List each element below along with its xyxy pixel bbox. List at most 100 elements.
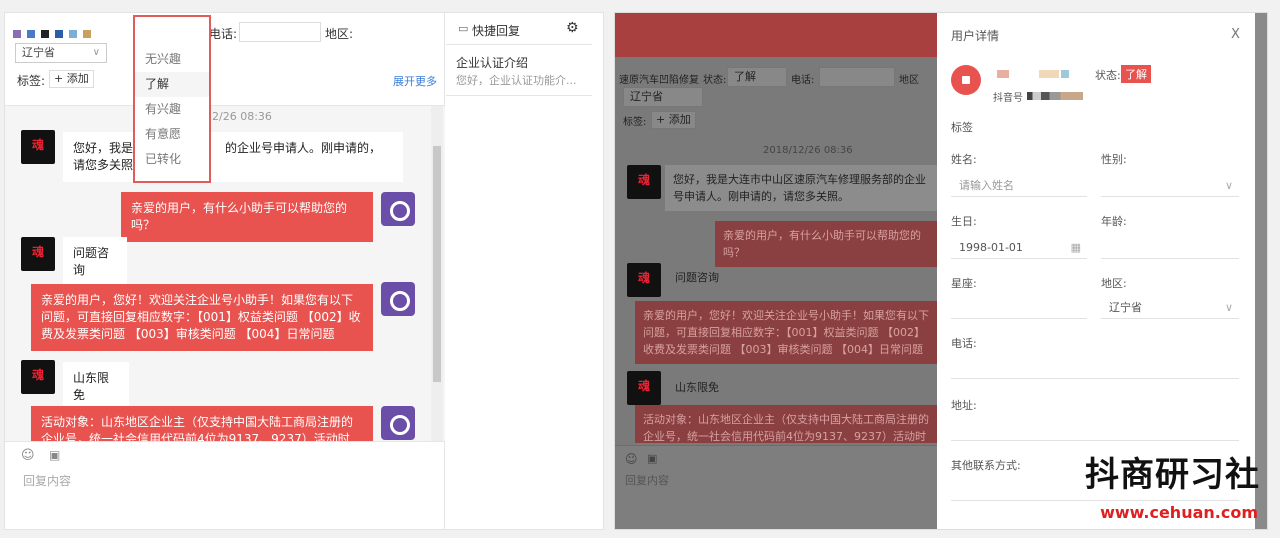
message-list: 12/26 08:36 魂 您好，我是大 的企业号申请人。刚申请的，请您多关照。 … bbox=[5, 105, 445, 442]
status-select[interactable]: 了解 bbox=[727, 67, 787, 87]
region-select-value: 辽宁省 bbox=[630, 90, 663, 103]
phone-label: 电话: bbox=[209, 27, 238, 41]
age-input[interactable] bbox=[1101, 237, 1239, 259]
status-option[interactable]: 已转化 bbox=[135, 147, 209, 172]
gender-select[interactable]: ∨ bbox=[1101, 175, 1239, 197]
chevron-down-icon: ∨ bbox=[1224, 179, 1233, 192]
name-label: 姓名: bbox=[951, 153, 977, 166]
user-avatar: 魂 bbox=[627, 263, 661, 297]
status-option[interactable]: 无兴趣 bbox=[135, 47, 209, 72]
chat-column: 了解 ∧ 电话: 地区: 辽宁省 ∨ 标签: + 添加 展开更多 12/26 0… bbox=[5, 13, 445, 529]
message-2: 亲爱的用户，有什么小助手可以帮助您的吗？ bbox=[715, 221, 937, 267]
tags-label: 标签 bbox=[951, 121, 973, 134]
user-avatar: 魂 bbox=[21, 360, 55, 394]
watermark-brand: 抖商研习社 bbox=[1085, 455, 1260, 495]
scrollbar-thumb[interactable] bbox=[433, 146, 441, 382]
reply-input[interactable]: 回复内容 bbox=[625, 472, 669, 488]
bot-avatar bbox=[381, 192, 415, 226]
region-select-value: 辽宁省 bbox=[22, 46, 55, 59]
status-option[interactable]: 有兴趣 bbox=[135, 97, 209, 122]
birthday-input[interactable]: 1998-01-01 ▦ bbox=[951, 237, 1087, 259]
user-avatar: 魂 bbox=[627, 371, 661, 405]
user-avatar: 魂 bbox=[627, 165, 661, 199]
phone-label: 电话: bbox=[951, 337, 977, 350]
blurred-douyin-id bbox=[1027, 92, 1083, 100]
address-label: 地址: bbox=[951, 399, 977, 412]
region-label: 地区: bbox=[325, 27, 354, 41]
reply-input[interactable]: 回复内容 bbox=[23, 472, 71, 489]
name-input[interactable]: 请输入姓名 bbox=[951, 175, 1087, 197]
birthday-label: 生日: bbox=[951, 215, 977, 228]
phone-input[interactable] bbox=[239, 22, 321, 42]
message-3: 问题咨询 bbox=[675, 271, 719, 284]
message-6-clip: 活动对象：山东地区企业主（仅支持中国大陆工商局注册的企业号，统一社会信用代码前4… bbox=[635, 405, 937, 443]
other-contact-label: 其他联系方式: bbox=[951, 459, 1021, 472]
message-4: 亲爱的用户，您好！欢迎关注企业号小助手！如果您有以下问题，可直接回复相应数字：【… bbox=[635, 301, 937, 364]
message-2: 亲爱的用户，有什么小助手可以帮助您的吗？ bbox=[121, 192, 373, 242]
top-banner bbox=[615, 13, 937, 57]
region-select[interactable]: 辽宁省 ∨ bbox=[15, 43, 107, 63]
close-icon[interactable]: X bbox=[1231, 27, 1240, 42]
user-avatar: 魂 bbox=[21, 237, 55, 271]
zodiac-input[interactable] bbox=[951, 297, 1087, 319]
age-label: 年龄: bbox=[1101, 215, 1127, 228]
douyin-label: 抖音号 bbox=[993, 93, 1023, 104]
birthday-value: 1998-01-01 bbox=[959, 241, 1023, 254]
phone-input[interactable] bbox=[951, 357, 1239, 379]
chat-scrollbar[interactable] bbox=[431, 106, 443, 442]
add-tag-button[interactable]: + 添加 bbox=[49, 70, 94, 88]
add-tag-button[interactable]: + 添加 bbox=[651, 111, 696, 129]
blurred-nickname bbox=[997, 67, 1087, 78]
composer: ☺ ▣ 回复内容 bbox=[5, 441, 445, 529]
user-avatar: 魂 bbox=[21, 130, 55, 164]
region-select[interactable]: 辽宁省 ∨ bbox=[1101, 297, 1239, 319]
dimmed-chat: 速原汽车凹陷修复 状态: 了解 电话: 地区 辽宁省 标签: + 添加 2018… bbox=[615, 13, 937, 529]
expand-more-link[interactable]: 展开更多 bbox=[393, 73, 437, 89]
gender-label: 性别: bbox=[1101, 153, 1127, 166]
tags-label: 标签: bbox=[623, 117, 647, 128]
address-input[interactable] bbox=[951, 419, 1239, 441]
quick-reply-title: 快捷回复 bbox=[472, 24, 521, 38]
chevron-down-icon: ∨ bbox=[1224, 301, 1233, 314]
message-5: 山东限免 bbox=[63, 362, 129, 412]
message-6: 活动对象：山东地区企业主（仅支持中国大陆工商局注册的企业号，统一社会信用代码前4… bbox=[31, 406, 373, 442]
image-icon[interactable]: ▣ bbox=[647, 452, 657, 465]
composer: ☺ ▣ 回复内容 bbox=[615, 445, 937, 529]
avatar bbox=[951, 65, 981, 95]
status-dropdown: 无兴趣 了解 有兴趣 有意愿 已转化 bbox=[133, 15, 211, 183]
region-select[interactable]: 辽宁省 bbox=[623, 87, 703, 107]
message-4: 亲爱的用户，您好！欢迎关注企业号小助手！如果您有以下问题，可直接回复相应数字：【… bbox=[31, 284, 373, 351]
status-option-selected[interactable]: 了解 bbox=[135, 72, 209, 97]
message-6-clip: 活动对象：山东地区企业主（仅支持中国大陆工商局注册的企业号，统一社会信用代码前4… bbox=[31, 406, 373, 442]
quick-reply-item[interactable]: 企业认证介绍 您好，企业认证功能介... bbox=[446, 46, 592, 96]
quick-reply-header: ▭ 快捷回复 ⚙ bbox=[446, 13, 592, 45]
status-badge: 了解 bbox=[1121, 65, 1151, 83]
gear-icon[interactable]: ⚙ bbox=[566, 20, 579, 36]
image-icon[interactable]: ▣ bbox=[49, 448, 60, 462]
message-6: 活动对象：山东地区企业主（仅支持中国大陆工商局注册的企业号，统一社会信用代码前4… bbox=[635, 405, 937, 443]
emoji-icon[interactable]: ☺ bbox=[21, 448, 35, 463]
phone-input[interactable] bbox=[819, 67, 895, 87]
calendar-icon: ▦ bbox=[1070, 241, 1081, 254]
status-label: 状态: bbox=[1095, 69, 1121, 82]
drawer-title: 用户详情 bbox=[951, 29, 1000, 43]
timestamp: 12/26 08:36 bbox=[205, 110, 272, 123]
chat-title: 速原汽车凹陷修复 bbox=[619, 75, 699, 86]
quick-reply-panel: ▭ 快捷回复 ⚙ 企业认证介绍 您好，企业认证功能介... bbox=[446, 13, 594, 529]
quick-reply-item-title: 企业认证介绍 bbox=[456, 56, 529, 70]
status-select-value: 了解 bbox=[734, 70, 756, 83]
region-label: 地区: bbox=[1101, 277, 1127, 290]
region-label: 地区 bbox=[899, 75, 919, 86]
chat-window: 了解 ∧ 电话: 地区: 辽宁省 ∨ 标签: + 添加 展开更多 12/26 0… bbox=[4, 12, 604, 530]
emoji-icon[interactable]: ☺ bbox=[625, 452, 638, 466]
phone-label: 电话: bbox=[791, 75, 815, 86]
message-5: 山东限免 bbox=[675, 381, 719, 394]
watermark-url: www.cehuan.com bbox=[1100, 503, 1258, 522]
status-label: 状态: bbox=[703, 75, 727, 86]
status-option[interactable]: 有意愿 bbox=[135, 122, 209, 147]
region-value: 辽宁省 bbox=[1109, 301, 1142, 314]
timestamp: 2018/12/26 08:36 bbox=[763, 145, 853, 156]
bot-avatar bbox=[381, 406, 415, 440]
message-1: 您好，我是大连市中山区速原汽车修理服务部的企业号申请人。刚申请的，请您多关照。 bbox=[665, 165, 937, 211]
chevron-down-icon: ∨ bbox=[92, 47, 100, 58]
